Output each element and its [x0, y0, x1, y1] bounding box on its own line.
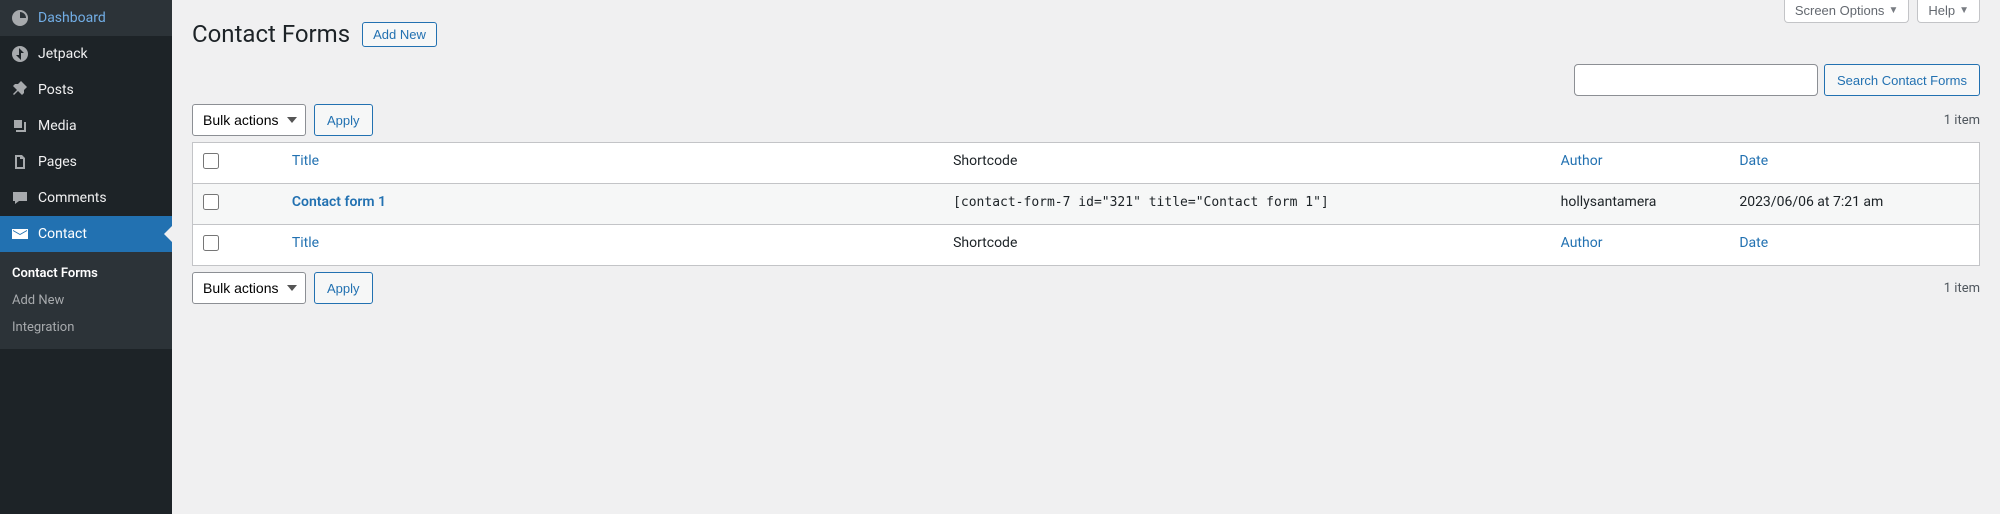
sidebar-item-pages[interactable]: Pages — [0, 144, 172, 180]
sidebar-submenu: Contact Forms Add New Integration — [0, 252, 172, 349]
pin-icon — [10, 80, 30, 100]
tablenav-top: Bulk actions Apply 1 item — [192, 104, 1980, 136]
author-cell: hollysantamera — [1551, 184, 1730, 225]
media-icon — [10, 116, 30, 136]
mail-icon — [10, 224, 30, 244]
bulk-actions: Bulk actions Apply — [192, 104, 373, 136]
chevron-down-icon: ▼ — [1888, 5, 1898, 16]
page-title: Contact Forms — [192, 20, 350, 48]
table-row: Contact form 1 hollysantamera 2023/06/06… — [193, 184, 1980, 225]
main-content: Screen Options ▼ Help ▼ Contact Forms Ad… — [172, 0, 2000, 514]
jetpack-icon — [10, 44, 30, 64]
bulk-actions-bottom: Bulk actions Apply — [192, 272, 373, 304]
admin-sidebar: Dashboard Jetpack Posts Media Pages Comm… — [0, 0, 172, 514]
search-submit-button[interactable]: Search Contact Forms — [1824, 64, 1980, 96]
select-all-checkbox[interactable] — [203, 153, 219, 169]
screen-meta: Screen Options ▼ Help ▼ — [1784, 0, 1980, 23]
sidebar-item-label: Comments — [38, 190, 107, 206]
table-footer-row: Title Shortcode Author Date — [193, 225, 1980, 266]
sidebar-item-dashboard[interactable]: Dashboard — [0, 0, 172, 36]
form-title-link[interactable]: Contact form 1 — [292, 194, 386, 210]
screen-options-label: Screen Options — [1795, 3, 1885, 18]
date-cell: 2023/06/06 at 7:21 am — [1729, 184, 1979, 225]
sidebar-item-jetpack[interactable]: Jetpack — [0, 36, 172, 72]
column-title[interactable]: Title — [292, 153, 319, 169]
sidebar-item-label: Media — [38, 118, 77, 134]
table-header-row: Title Shortcode Author Date — [193, 143, 1980, 184]
page-heading: Contact Forms Add New — [192, 20, 1980, 48]
forms-table: Title Shortcode Author Date Contact form… — [192, 142, 1980, 266]
search-input[interactable] — [1574, 64, 1818, 96]
comments-icon — [10, 188, 30, 208]
column-author[interactable]: Author — [1561, 235, 1603, 251]
sidebar-item-label: Jetpack — [38, 46, 88, 62]
submenu-item-contact-forms[interactable]: Contact Forms — [0, 260, 172, 287]
item-count-bottom: 1 item — [1944, 281, 1980, 296]
dashboard-icon — [10, 8, 30, 28]
help-button[interactable]: Help ▼ — [1917, 0, 1980, 23]
column-date[interactable]: Date — [1739, 153, 1768, 169]
tablenav-bottom: Bulk actions Apply 1 item — [192, 272, 1980, 304]
sidebar-item-label: Posts — [38, 82, 74, 98]
sidebar-item-label: Dashboard — [38, 10, 106, 26]
column-author[interactable]: Author — [1561, 153, 1603, 169]
column-shortcode: Shortcode — [953, 235, 1017, 251]
sidebar-item-label: Contact — [38, 226, 87, 242]
sidebar-item-media[interactable]: Media — [0, 108, 172, 144]
sidebar-item-posts[interactable]: Posts — [0, 72, 172, 108]
select-all-checkbox-bottom[interactable] — [203, 235, 219, 251]
submenu-item-integration[interactable]: Integration — [0, 314, 172, 341]
sidebar-item-label: Pages — [38, 154, 77, 170]
item-count: 1 item — [1944, 113, 1980, 128]
add-new-button[interactable]: Add New — [362, 22, 437, 47]
submenu-item-add-new[interactable]: Add New — [0, 287, 172, 314]
sidebar-item-comments[interactable]: Comments — [0, 180, 172, 216]
column-date[interactable]: Date — [1739, 235, 1768, 251]
bulk-apply-button-bottom[interactable]: Apply — [314, 272, 373, 304]
pages-icon — [10, 152, 30, 172]
search-box: Search Contact Forms — [192, 64, 1980, 96]
sidebar-item-contact[interactable]: Contact — [0, 216, 172, 252]
row-checkbox[interactable] — [203, 194, 219, 210]
help-label: Help — [1928, 3, 1955, 18]
chevron-down-icon: ▼ — [1959, 5, 1969, 16]
column-title[interactable]: Title — [292, 235, 319, 251]
bulk-action-select[interactable]: Bulk actions — [192, 104, 306, 136]
shortcode-input[interactable] — [953, 195, 1541, 210]
column-shortcode: Shortcode — [953, 153, 1017, 169]
bulk-apply-button[interactable]: Apply — [314, 104, 373, 136]
screen-options-button[interactable]: Screen Options ▼ — [1784, 0, 1910, 23]
bulk-action-select-bottom[interactable]: Bulk actions — [192, 272, 306, 304]
